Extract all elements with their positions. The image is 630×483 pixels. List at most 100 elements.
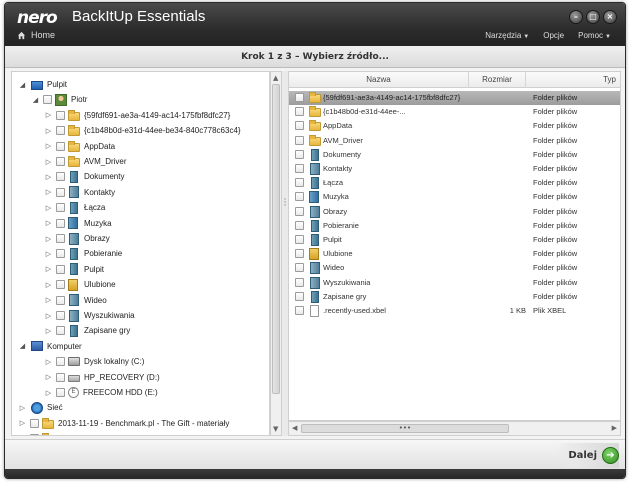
- tree-item[interactable]: ▷ Zapisane gry: [44, 323, 130, 338]
- list-item[interactable]: Pobieranie Folder plików: [289, 219, 620, 233]
- tree-item[interactable]: ▷ Łącza: [44, 200, 105, 215]
- tree-item[interactable]: ▷ Obrazy: [44, 231, 110, 246]
- tree-item-checkbox[interactable]: [56, 203, 65, 213]
- tree-item-checkbox[interactable]: [56, 157, 65, 166]
- list-item[interactable]: AVM_Driver Folder plików: [289, 134, 620, 148]
- file-list[interactable]: Nazwa Rozmiar Typ {59fdf691-ae3a-4149-ac…: [288, 71, 621, 421]
- expand-icon[interactable]: ▷: [18, 404, 27, 412]
- tree-item-checkbox[interactable]: [56, 326, 65, 336]
- expand-icon[interactable]: ▷: [44, 127, 53, 135]
- tree-item[interactable]: ▷ music: [18, 431, 79, 436]
- minimize-button[interactable]: –: [569, 10, 583, 24]
- tree-item-checkbox[interactable]: [56, 141, 65, 151]
- tree-item-checkbox[interactable]: [43, 95, 52, 105]
- tree-item-checkbox[interactable]: [56, 372, 65, 382]
- tree-item[interactable]: ▷ Wyszukiwania: [44, 308, 135, 323]
- menu-opcje[interactable]: Opcje: [543, 31, 564, 40]
- list-item[interactable]: Zapisane gry Folder plików: [289, 290, 620, 304]
- list-item-checkbox[interactable]: [295, 306, 304, 315]
- scroll-down-icon[interactable]: ▼: [273, 425, 278, 433]
- list-item-checkbox[interactable]: [295, 206, 304, 216]
- list-item[interactable]: Kontakty Folder plików: [289, 162, 620, 176]
- scrollbar-thumb[interactable]: •••: [301, 424, 509, 433]
- expand-icon[interactable]: ▷: [44, 219, 53, 227]
- tree-item[interactable]: ◢ Piotr: [31, 92, 87, 107]
- tree-item[interactable]: ▷ Dokumenty: [44, 169, 124, 184]
- column-size-header[interactable]: Rozmiar: [469, 72, 526, 88]
- list-item-checkbox[interactable]: [295, 93, 304, 102]
- list-item[interactable]: Muzyka Folder plików: [289, 190, 620, 204]
- collapse-icon[interactable]: ◢: [18, 81, 27, 89]
- list-item-checkbox[interactable]: [295, 107, 304, 117]
- tree-item-checkbox[interactable]: [56, 126, 65, 136]
- tree-item-checkbox[interactable]: [56, 110, 65, 120]
- expand-icon[interactable]: ▷: [44, 250, 53, 258]
- list-item-checkbox[interactable]: [295, 277, 304, 287]
- list-item-checkbox[interactable]: [295, 149, 304, 159]
- tree-item-checkbox[interactable]: [56, 218, 65, 228]
- list-item-checkbox[interactable]: [295, 121, 304, 131]
- tree-vertical-scrollbar[interactable]: ▲ ▼: [270, 71, 282, 436]
- expand-icon[interactable]: ▷: [44, 158, 53, 166]
- collapse-icon[interactable]: ◢: [18, 342, 27, 350]
- scroll-up-icon[interactable]: ▲: [273, 74, 278, 82]
- tree-item[interactable]: ▷ {59fdf691-ae3a-4149-ac14-175fbf8dfc27}: [44, 108, 230, 123]
- tree-item-checkbox[interactable]: [30, 418, 39, 428]
- tree-item[interactable]: ▷ AVM_Driver: [44, 154, 127, 169]
- list-horizontal-scrollbar[interactable]: ◀ ••• ▶: [288, 421, 621, 436]
- tree-item-checkbox[interactable]: [56, 311, 65, 320]
- expand-icon[interactable]: ▷: [44, 389, 53, 397]
- expand-icon[interactable]: ▷: [44, 327, 53, 335]
- expand-icon[interactable]: ▷: [44, 373, 53, 381]
- tree-item-checkbox[interactable]: [56, 295, 65, 305]
- list-item-checkbox[interactable]: [295, 263, 304, 273]
- list-item[interactable]: {c1b48b0d-e31d-44ee-... Folder plików: [289, 105, 620, 119]
- expand-icon[interactable]: ▷: [44, 312, 53, 320]
- tree-item[interactable]: ◢ Pulpit: [18, 77, 67, 92]
- tree-item[interactable]: ▷ Muzyka: [44, 216, 112, 231]
- list-item[interactable]: .recently-used.xbel 1 KB Plik XBEL: [289, 304, 620, 318]
- list-item[interactable]: Wideo Folder plików: [289, 261, 620, 275]
- tree-item-checkbox[interactable]: [56, 249, 65, 259]
- close-button[interactable]: ×: [603, 10, 617, 24]
- tree-item-checkbox[interactable]: [56, 357, 65, 367]
- list-item-checkbox[interactable]: [295, 220, 304, 230]
- expand-icon[interactable]: ▷: [44, 111, 53, 119]
- scroll-right-icon[interactable]: ▶: [612, 424, 617, 432]
- tree-item-checkbox[interactable]: [56, 388, 65, 397]
- collapse-icon[interactable]: ◢: [31, 96, 40, 104]
- tree-item[interactable]: ▷ Pulpit: [44, 262, 104, 277]
- list-item-checkbox[interactable]: [295, 178, 304, 188]
- source-tree[interactable]: ◢ Pulpit ◢ Piotr ▷ {59fdf691-ae3a-4149-ac14-1…: [11, 71, 270, 436]
- next-button[interactable]: Dalej ➔: [553, 443, 619, 468]
- list-item[interactable]: Obrazy Folder plików: [289, 205, 620, 219]
- expand-icon[interactable]: ▷: [44, 173, 53, 181]
- tree-item[interactable]: ▷ Wideo: [44, 293, 107, 308]
- expand-icon[interactable]: ▷: [18, 419, 27, 427]
- tree-item[interactable]: ▷ Sieć: [18, 400, 63, 415]
- tree-item[interactable]: ▷ Dysk lokalny (C:): [44, 354, 144, 369]
- expand-icon[interactable]: ▷: [44, 265, 53, 273]
- list-item[interactable]: AppData Folder plików: [289, 119, 620, 133]
- tree-item[interactable]: ▷ Kontakty: [44, 185, 115, 200]
- list-item[interactable]: Pulpit Folder plików: [289, 233, 620, 247]
- expand-icon[interactable]: ▷: [44, 235, 53, 243]
- list-item[interactable]: Wyszukiwania Folder plików: [289, 276, 620, 290]
- home-button[interactable]: Home: [17, 30, 55, 40]
- column-type-header[interactable]: Typ: [526, 72, 620, 88]
- tree-item[interactable]: ▷ 2013-11-19 - Benchmark.pl - The Gift - …: [18, 416, 229, 431]
- list-item-checkbox[interactable]: [295, 235, 304, 244]
- tree-item[interactable]: ▷ Ulubione: [44, 277, 116, 292]
- list-item-checkbox[interactable]: [295, 291, 304, 301]
- tree-item-checkbox[interactable]: [56, 234, 65, 243]
- tree-item-checkbox[interactable]: [56, 280, 65, 290]
- list-item-checkbox[interactable]: [295, 249, 304, 259]
- expand-icon[interactable]: ▷: [44, 281, 53, 289]
- tree-item[interactable]: ▷ HP_RECOVERY (D:): [44, 370, 160, 385]
- menu-pomoc[interactable]: Pomoc ▼: [578, 31, 611, 40]
- menu-narzedzia[interactable]: Narzędzia ▼: [485, 31, 529, 40]
- expand-icon[interactable]: ▷: [44, 296, 53, 304]
- tree-item-checkbox[interactable]: [30, 434, 39, 435]
- list-item-checkbox[interactable]: [295, 164, 304, 173]
- expand-icon[interactable]: ▷: [18, 435, 27, 436]
